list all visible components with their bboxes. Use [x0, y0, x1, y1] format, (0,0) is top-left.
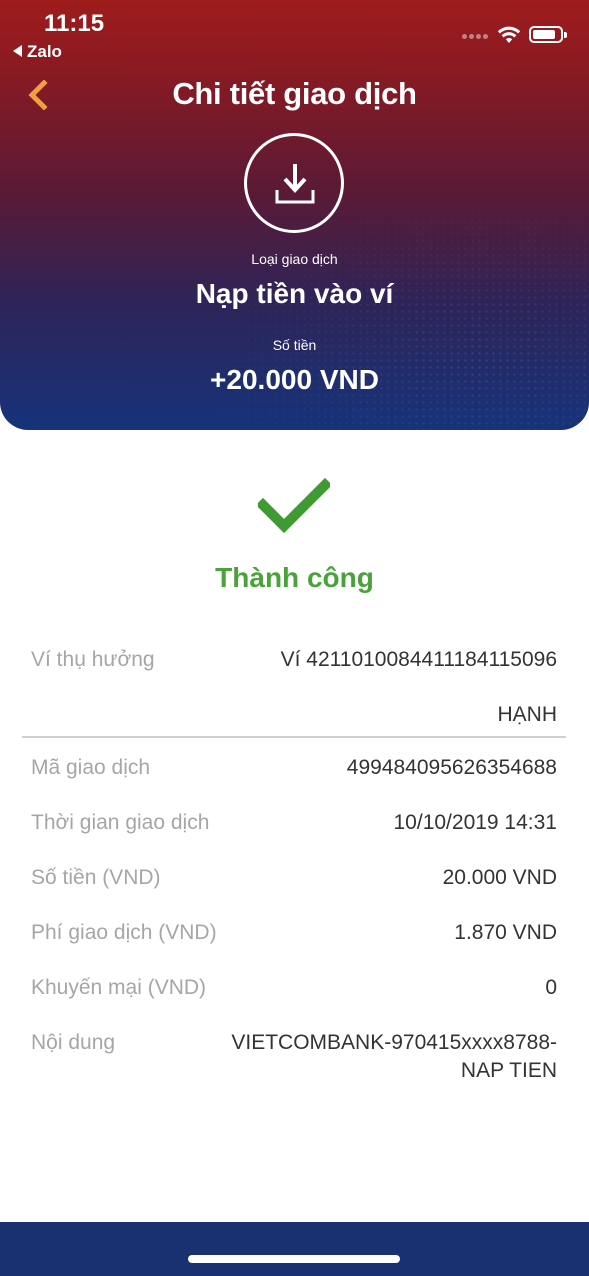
detail-label: Khuyến mại (VND) — [31, 976, 207, 999]
detail-label: Số tiền (VND) — [31, 866, 161, 889]
status-success: Thành công — [215, 562, 374, 593]
detail-label: Ví thụ hưởng — [31, 648, 155, 671]
download-circle — [244, 133, 344, 233]
amount-value: +20.000 VND — [210, 364, 379, 395]
back-to-app-link[interactable]: Zalo — [13, 42, 62, 62]
detail-row-promotion: Khuyến mại (VND) 0 — [31, 976, 557, 1004]
detail-row-fee: Phí giao dịch (VND) 1.870 VND — [31, 921, 557, 949]
amount-label: Số tiền — [272, 337, 317, 353]
home-indicator[interactable] — [188, 1255, 400, 1263]
detail-value: VIETCOMBANK-970415xxxx8788- — [231, 1031, 557, 1054]
detail-row-amount: Số tiền (VND) 20.000 VND — [31, 866, 557, 894]
back-triangle-icon — [13, 45, 22, 57]
page-title: Chi tiết giao dịch — [172, 76, 417, 111]
detail-label: Phí giao dịch (VND) — [31, 921, 217, 944]
detail-value-line2: NAP TIEN — [460, 1059, 557, 1082]
detail-value: 10/10/2019 14:31 — [393, 811, 558, 834]
transaction-type-label: Loại giao dịch — [251, 251, 338, 267]
detail-row-transaction-time: Thời gian giao dịch 10/10/2019 14:31 — [31, 811, 557, 839]
wifi-icon — [497, 26, 521, 43]
detail-label: Mã giao dịch — [31, 756, 151, 779]
detail-value: 0 — [545, 976, 557, 999]
detail-row-transaction-id: Mã giao dịch 499484095626354688 — [31, 756, 557, 784]
battery-icon — [529, 26, 567, 43]
detail-label: Nội dung — [31, 1031, 116, 1054]
detail-value-name: HẠNH — [497, 703, 557, 726]
detail-row-content: Nội dung VIETCOMBANK-970415xxxx8788- NAP… — [31, 1031, 557, 1091]
detail-value: Ví 4211010084411184115096 — [280, 648, 557, 671]
detail-value: 1.870 VND — [454, 921, 557, 944]
divider — [22, 736, 566, 738]
back-app-label: Zalo — [27, 42, 62, 61]
detail-value: 499484095626354688 — [346, 756, 557, 779]
transaction-type-value: Nạp tiền vào ví — [195, 278, 394, 309]
status-time: 11:15 — [44, 10, 105, 37]
detail-value: 20.000 VND — [442, 866, 557, 889]
download-icon — [275, 164, 315, 204]
detail-row-beneficiary-wallet: Ví thụ hưởng Ví 4211010084411184115096 H… — [31, 648, 557, 728]
checkmark-icon — [258, 478, 330, 534]
bottom-bar — [0, 1222, 589, 1276]
cellular-signal-icon — [462, 34, 488, 40]
detail-label: Thời gian giao dịch — [31, 811, 210, 834]
